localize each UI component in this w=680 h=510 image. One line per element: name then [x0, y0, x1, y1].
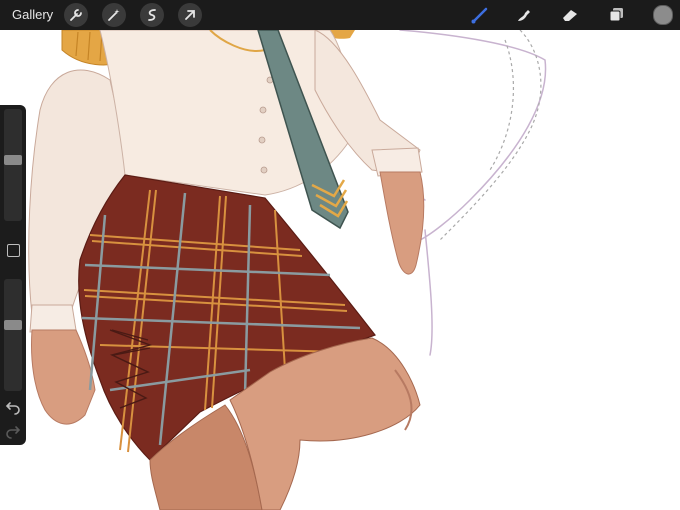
smudge-icon — [518, 10, 530, 21]
modify-button[interactable] — [7, 244, 20, 257]
brush-size-thumb[interactable] — [4, 154, 22, 165]
drawing-canvas[interactable] — [0, 0, 680, 510]
brush-size-slider[interactable] — [4, 109, 22, 221]
actions-button[interactable] — [64, 3, 88, 27]
layers-button[interactable] — [605, 3, 629, 27]
transform-button[interactable] — [178, 3, 202, 27]
smudge-tool-button[interactable] — [512, 3, 536, 27]
magic-wand-icon — [108, 9, 120, 21]
brush-tool-button[interactable] — [468, 3, 492, 27]
opacity-thumb[interactable] — [4, 319, 22, 330]
left-sidebar — [0, 105, 26, 445]
opacity-slider[interactable] — [4, 279, 22, 391]
gallery-button[interactable]: Gallery — [12, 7, 53, 22]
brush-icon — [471, 7, 488, 24]
undo-icon[interactable] — [5, 399, 21, 415]
selection-icon — [148, 9, 156, 21]
adjustments-button[interactable] — [102, 3, 126, 27]
left-cuff — [29, 304, 77, 333]
transform-arrow-icon — [185, 10, 195, 20]
color-button[interactable] — [651, 3, 675, 27]
color-swatch — [653, 5, 673, 25]
eraser-icon — [563, 10, 577, 21]
top-toolbar: Gallery — [0, 0, 680, 30]
redo-icon[interactable] — [5, 423, 21, 439]
layers-icon — [609, 8, 623, 22]
eraser-tool-button[interactable] — [558, 3, 582, 27]
wrench-icon — [70, 9, 82, 21]
selection-button[interactable] — [140, 3, 164, 27]
